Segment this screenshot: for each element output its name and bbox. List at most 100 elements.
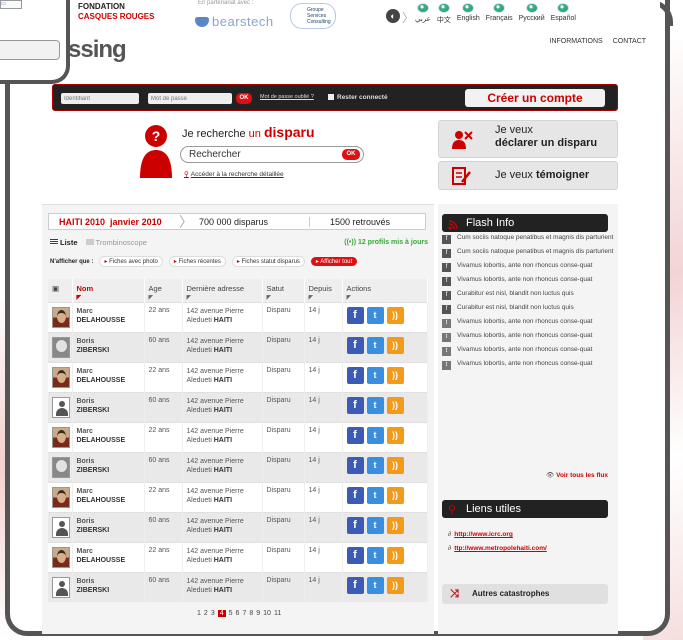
- name-cell[interactable]: Marc DELAHOUSSE: [72, 481, 145, 512]
- popup-input[interactable]: [0, 40, 60, 60]
- facebook-icon[interactable]: f: [346, 306, 364, 324]
- name-cell[interactable]: Marc DELAHOUSSE: [72, 421, 145, 452]
- name-cell[interactable]: Boris ZIBERSKI: [72, 331, 145, 362]
- col-age[interactable]: Age ◤: [144, 279, 183, 302]
- avatar[interactable]: [52, 426, 70, 448]
- create-account-button[interactable]: Créer un compte: [465, 89, 605, 107]
- name-cell[interactable]: Boris ZIBERSKI: [72, 391, 145, 422]
- twitter-icon[interactable]: t: [366, 456, 384, 474]
- avatar[interactable]: [52, 306, 70, 328]
- lang-arabic[interactable]: عربي: [415, 3, 431, 25]
- twitter-icon[interactable]: t: [366, 336, 384, 354]
- twitter-icon[interactable]: t: [366, 366, 384, 384]
- twitter-icon[interactable]: t: [366, 486, 384, 504]
- facebook-icon[interactable]: f: [346, 486, 364, 504]
- facebook-icon[interactable]: f: [346, 336, 364, 354]
- flash-item[interactable]: t Vivamus lobortis, ante non rhoncus cons…: [442, 360, 614, 370]
- gsc-logo[interactable]: Groupe Services Consulting: [290, 3, 336, 29]
- search-input[interactable]: [180, 146, 364, 163]
- advanced-search-link[interactable]: ⚲ Accéder à la recherche détaillée: [184, 170, 284, 178]
- forgot-password-link[interactable]: Mot de passe oublié ?: [260, 94, 314, 100]
- table-row[interactable]: Boris ZIBERSKI 60 ans 142 avenue Pierre Aled…: [48, 571, 428, 602]
- nav-contact[interactable]: CONTACT: [613, 38, 646, 45]
- filter-recent[interactable]: Fiches récentes: [168, 256, 226, 267]
- site-logo[interactable]: ssing: [68, 36, 127, 64]
- page-link[interactable]: 8: [249, 610, 253, 617]
- filter-photo[interactable]: Fiches avec photo: [99, 256, 163, 267]
- table-row[interactable]: Marc DELAHOUSSE 22 ans 142 avenue Pierre Ale…: [48, 361, 428, 392]
- lang-french[interactable]: Français: [486, 3, 513, 25]
- lang-english[interactable]: English: [457, 3, 480, 25]
- table-row[interactable]: Boris ZIBERSKI 60 ans 142 avenue Pierre Aled…: [48, 391, 428, 422]
- link-icrc[interactable]: http://www.icrc.org: [454, 531, 513, 538]
- fondation-logo[interactable]: FONDATION CASQUES ROUGES: [78, 2, 154, 22]
- link-metropole[interactable]: ttp://www.metropolehaiti.com/: [454, 545, 547, 552]
- table-row[interactable]: Marc DELAHOUSSE 22 ans 142 avenue Pierre Ale…: [48, 541, 428, 572]
- avatar[interactable]: [52, 366, 70, 388]
- testify-button[interactable]: Je veux témoigner: [438, 161, 618, 190]
- updates-indicator[interactable]: ((•)) 12 profils mis à jours: [344, 239, 428, 246]
- declare-missing-button[interactable]: Je veux déclarer un disparu: [438, 120, 618, 158]
- page-link[interactable]: 9: [256, 610, 260, 617]
- username-input[interactable]: [61, 93, 139, 104]
- other-catastrophes-button[interactable]: ⤨ Autres catastrophes: [442, 584, 608, 604]
- filter-missing[interactable]: Fiches statut disparus: [231, 256, 305, 267]
- col-address[interactable]: Dernière adresse ◤: [182, 279, 263, 302]
- twitter-icon[interactable]: t: [366, 426, 384, 444]
- tab-trombinoscope[interactable]: Trombinoscope: [85, 238, 147, 247]
- table-row[interactable]: Boris ZIBERSKI 60 ans 142 avenue Pierre Aled…: [48, 331, 428, 362]
- page-link[interactable]: 10: [263, 610, 271, 617]
- twitter-icon[interactable]: t: [366, 546, 384, 564]
- avatar[interactable]: [52, 336, 70, 358]
- tab-list[interactable]: Liste: [50, 238, 78, 247]
- password-input[interactable]: [148, 93, 232, 104]
- twitter-icon[interactable]: t: [366, 516, 384, 534]
- avatar[interactable]: [52, 486, 70, 508]
- flash-item[interactable]: f Cum sociis natoque penatibus et magnis …: [442, 248, 614, 258]
- flash-item[interactable]: f Vivamus lobortis, ante non rhoncus cons…: [442, 276, 614, 286]
- table-row[interactable]: Marc DELAHOUSSE 22 ans 142 avenue Pierre Ale…: [48, 421, 428, 452]
- lang-spanish[interactable]: Español: [551, 3, 576, 25]
- name-cell[interactable]: Marc DELAHOUSSE: [72, 361, 145, 392]
- rss-icon[interactable]: )): [386, 516, 404, 534]
- facebook-icon[interactable]: f: [346, 396, 364, 414]
- facebook-icon[interactable]: f: [346, 516, 364, 534]
- col-nom[interactable]: Nom ◤: [72, 279, 145, 302]
- name-cell[interactable]: Boris ZIBERSKI: [72, 451, 145, 482]
- lang-russian[interactable]: Русский: [519, 3, 545, 25]
- filter-all-button[interactable]: ▸ Afficher tout: [310, 257, 358, 266]
- table-row[interactable]: Marc DELAHOUSSE 22 ans 142 avenue Pierre Ale…: [48, 301, 428, 332]
- table-row[interactable]: Boris ZIBERSKI 60 ans 142 avenue Pierre Aled…: [48, 511, 428, 542]
- facebook-icon[interactable]: f: [346, 426, 364, 444]
- avatar[interactable]: [52, 456, 70, 478]
- rss-icon[interactable]: )): [386, 486, 404, 504]
- avatar[interactable]: [52, 576, 70, 598]
- bearstech-logo[interactable]: bearstech: [195, 14, 274, 29]
- rss-icon[interactable]: )): [386, 576, 404, 594]
- popup-mini-tab[interactable]: ▭: [0, 0, 22, 9]
- nav-informations[interactable]: INFORMATIONS: [550, 38, 603, 45]
- page-link[interactable]: 1: [197, 610, 201, 617]
- flash-item[interactable]: t Vivamus lobortis, ante non rhoncus cons…: [442, 346, 614, 356]
- col-status[interactable]: Satut ◤: [262, 279, 305, 302]
- page-link[interactable]: 6: [236, 610, 240, 617]
- col-since[interactable]: Depuis ◤: [304, 279, 343, 302]
- flash-item[interactable]: t Vivamus lobortis, ante non rhoncus cons…: [442, 332, 614, 342]
- name-cell[interactable]: Boris ZIBERSKI: [72, 511, 145, 542]
- facebook-icon[interactable]: f: [346, 366, 364, 384]
- page-link[interactable]: 7: [242, 610, 246, 617]
- flash-item[interactable]: f Curabitur est nisl, blandit non luctus …: [442, 290, 614, 300]
- name-cell[interactable]: Marc DELAHOUSSE: [72, 541, 145, 572]
- page-link[interactable]: 4: [217, 610, 226, 617]
- search-ok-button[interactable]: OK: [342, 149, 360, 160]
- name-cell[interactable]: Boris ZIBERSKI: [72, 571, 145, 602]
- table-row[interactable]: Boris ZIBERSKI 60 ans 142 avenue Pierre Aled…: [48, 451, 428, 482]
- twitter-icon[interactable]: t: [366, 576, 384, 594]
- page-link[interactable]: 3: [211, 610, 215, 617]
- flash-item[interactable]: f Curabitur est nisl, blandit non luctus …: [442, 304, 614, 314]
- rss-icon[interactable]: )): [386, 336, 404, 354]
- page-link[interactable]: 2: [204, 610, 208, 617]
- remember-me[interactable]: Rester connecté: [328, 94, 388, 101]
- remember-checkbox[interactable]: [328, 94, 334, 100]
- page-link[interactable]: 5: [229, 610, 233, 617]
